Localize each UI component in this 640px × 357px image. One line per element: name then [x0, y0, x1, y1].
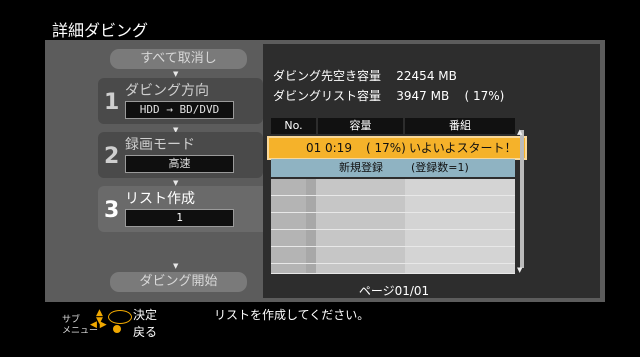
- item-percent: ( 17%): [366, 141, 406, 155]
- list-capacity-value: 3947 MB: [396, 89, 450, 103]
- step-label: リスト作成: [125, 191, 195, 207]
- step-number: 3: [104, 198, 120, 223]
- step-value: 高速: [125, 155, 234, 173]
- column-header-program: 番組: [405, 118, 515, 134]
- dpad-leftright-icon: ◀ ▶: [90, 320, 107, 330]
- footer-help: サブ メニュー ▲ ▼ ◀ ▶ 決定 戻る リストを作成してください。: [0, 305, 640, 357]
- table-row: [271, 213, 515, 230]
- table-row: [271, 196, 515, 213]
- step-value: 1: [125, 209, 234, 227]
- down-arrow-icon: ▼: [173, 262, 179, 270]
- dubbing-panel: すべて取消し ▼ 1 ダビング方向 HDD → BD/DVD ▼ 2 録画モード…: [45, 40, 605, 302]
- table-row: [271, 179, 515, 196]
- step-number: 2: [104, 144, 120, 169]
- step-label: ダビング方向: [125, 83, 209, 99]
- step-number: 1: [104, 90, 120, 115]
- page-title: 詳細ダビング: [52, 21, 149, 40]
- down-arrow-icon: ▼: [173, 70, 179, 78]
- table-row: [271, 230, 515, 247]
- registration-count: (登録数=1): [411, 161, 469, 174]
- free-capacity-row: ダビング先空き容量 22454 MB: [273, 67, 457, 84]
- list-capacity-percent: ( 17%): [464, 89, 505, 103]
- column-header-size: 容量: [318, 118, 403, 134]
- item-title: いよいよスタート！: [409, 141, 517, 155]
- new-registration-label: 新規登録: [339, 161, 383, 174]
- new-registration-row[interactable]: 新規登録 (登録数=1): [271, 159, 515, 177]
- footer-back-label: 戻る: [133, 325, 158, 339]
- footer-message: リストを作成してください。: [214, 308, 370, 322]
- free-capacity-value: 22454 MB: [396, 69, 457, 83]
- step-list-creation[interactable]: 3 リスト作成 1 ◀: [98, 186, 297, 232]
- table-row: [271, 247, 515, 264]
- list-area: ダビング先空き容量 22454 MB ダビングリスト容量 3947 MB ( 1…: [263, 44, 600, 298]
- item-time: 0:19: [325, 141, 352, 155]
- clear-all-button[interactable]: すべて取消し: [110, 49, 247, 69]
- back-button-icon: [113, 325, 121, 333]
- step-dubbing-direction[interactable]: 1 ダビング方向 HDD → BD/DVD: [98, 78, 263, 124]
- scroll-up-icon[interactable]: ▲: [517, 128, 522, 136]
- list-capacity-label: ダビングリスト容量: [273, 89, 382, 103]
- list-scrollbar[interactable]: [520, 130, 524, 268]
- list-capacity-row: ダビングリスト容量 3947 MB ( 17%): [273, 87, 504, 104]
- scroll-down-icon[interactable]: ▼: [517, 266, 522, 274]
- ok-button-icon: [108, 310, 132, 324]
- step-column: すべて取消し ▼ 1 ダビング方向 HDD → BD/DVD ▼ 2 録画モード…: [45, 40, 297, 302]
- column-header-no: No.: [271, 118, 316, 134]
- start-dubbing-button[interactable]: ダビング開始: [110, 272, 247, 292]
- selected-list-item[interactable]: 01 0:19 ( 17%) いよいよスタート！: [267, 136, 527, 160]
- step-value: HDD → BD/DVD: [125, 101, 234, 119]
- step-label: 録画モード: [125, 137, 195, 153]
- page-indicator: ページ01/01: [358, 284, 430, 298]
- item-number: 01: [306, 141, 322, 155]
- table-row: [271, 264, 515, 274]
- footer-ok-label: 決定: [133, 308, 158, 322]
- step-recording-mode[interactable]: 2 録画モード 高速: [98, 132, 263, 178]
- free-capacity-label: ダビング先空き容量: [273, 69, 382, 83]
